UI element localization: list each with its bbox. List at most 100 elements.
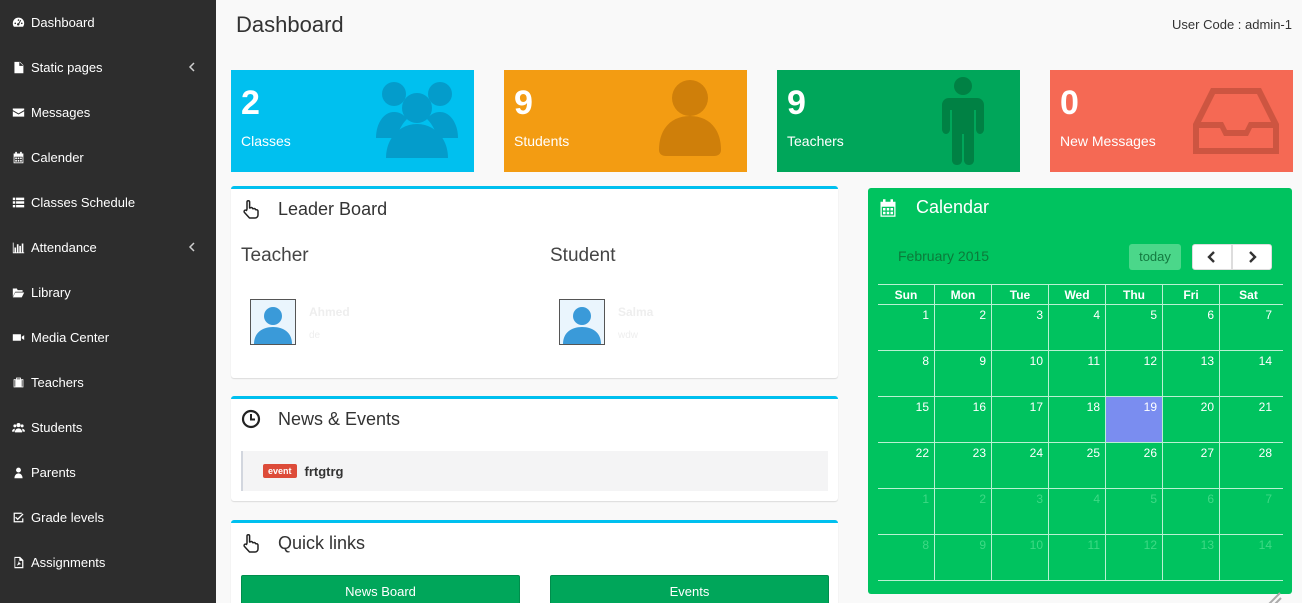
calendar-day[interactable]: 9 [935, 351, 992, 396]
file-icon [11, 61, 25, 75]
bar-chart-icon [11, 241, 25, 255]
weekday-label: Mon [935, 285, 992, 304]
calendar-day[interactable]: 20 [1163, 397, 1220, 442]
calendar-title: Calendar [916, 197, 990, 217]
sidebar-item-dashboard[interactable]: Dashboard [0, 0, 216, 45]
sidebar-item-grade-levels[interactable]: Grade levels [0, 495, 216, 540]
sidebar-item-label: Assignments [31, 555, 106, 570]
sidebar-item-label: Library [31, 285, 71, 300]
calendar-day[interactable]: 1 [878, 489, 935, 534]
today-button[interactable]: today [1129, 244, 1181, 270]
calendar-day[interactable]: 2 [935, 305, 992, 350]
chevron-left-icon [188, 60, 198, 72]
panel-title: Quick links [278, 532, 366, 553]
events-button[interactable]: Events [550, 575, 829, 603]
calendar-day[interactable]: 1 [878, 305, 935, 350]
calendar-day[interactable]: 23 [935, 443, 992, 488]
calendar-day[interactable]: 27 [1163, 443, 1220, 488]
calendar-day[interactable]: 18 [1049, 397, 1106, 442]
clock-icon [241, 409, 261, 429]
sidebar-item-label: Dashboard [31, 15, 95, 30]
leader-teacher[interactable]: Ahmed de [250, 299, 350, 345]
calendar-day[interactable]: 15 [878, 397, 935, 442]
calendar-day[interactable]: 2 [935, 489, 992, 534]
sidebar-item-label: Grade levels [31, 510, 104, 525]
next-month-button[interactable] [1232, 244, 1272, 270]
sidebar-item-assignments[interactable]: Assignments [0, 540, 216, 585]
calendar-day[interactable]: 28 [1220, 443, 1277, 488]
calendar-day[interactable]: 24 [992, 443, 1049, 488]
quick-links-panel: Quick links News Board Events [231, 520, 838, 603]
calendar-day[interactable]: 4 [1049, 305, 1106, 350]
users-icon [11, 421, 25, 435]
user-code: User Code : admin-1 [1172, 17, 1292, 32]
event-badge: event [263, 464, 297, 478]
stat-box-new-messages[interactable]: 0 New Messages [1050, 70, 1293, 172]
stat-box-teachers[interactable]: 9 Teachers [777, 70, 1020, 172]
calendar-day[interactable]: 21 [1220, 397, 1277, 442]
user-icon [11, 466, 25, 480]
panel-header: News & Events [231, 399, 838, 439]
sidebar-item-teachers[interactable]: Teachers [0, 360, 216, 405]
video-camera-icon [11, 331, 25, 345]
calendar-header: Calendar [878, 197, 989, 218]
calendar-day[interactable]: 5 [1106, 489, 1163, 534]
calendar-day[interactable]: 14 [1220, 535, 1277, 580]
users-icon [372, 76, 462, 166]
sidebar-item-parents[interactable]: Parents [0, 450, 216, 495]
calendar-day[interactable]: 17 [992, 397, 1049, 442]
sidebar-item-static-pages[interactable]: Static pages [0, 45, 216, 90]
calendar-day[interactable]: 13 [1163, 351, 1220, 396]
hand-pointer-icon [241, 533, 261, 553]
sidebar-item-classes-schedule[interactable]: Classes Schedule [0, 180, 216, 225]
calendar-day[interactable]: 7 [1220, 305, 1277, 350]
sidebar-item-label: Static pages [31, 60, 103, 75]
sidebar-item-media-center[interactable]: Media Center [0, 315, 216, 360]
news-board-button[interactable]: News Board [241, 575, 520, 603]
calendar-day[interactable]: 8 [878, 351, 935, 396]
calendar-day[interactable]: 25 [1049, 443, 1106, 488]
calendar-day[interactable]: 4 [1049, 489, 1106, 534]
calendar-day[interactable]: 5 [1106, 305, 1163, 350]
calendar-day[interactable]: 26 [1106, 443, 1163, 488]
sidebar-item-more[interactable] [0, 585, 216, 603]
prev-month-button[interactable] [1192, 244, 1232, 270]
calendar-day[interactable]: 16 [935, 397, 992, 442]
calendar-day[interactable]: 12 [1106, 351, 1163, 396]
calendar-day[interactable]: 6 [1163, 489, 1220, 534]
sidebar-item-label: Students [31, 420, 83, 435]
chevron-left-icon [188, 240, 198, 252]
calendar-day-today[interactable]: 19 [1106, 397, 1163, 442]
calendar-day[interactable]: 10 [992, 351, 1049, 396]
calendar-week: 8 9 10 11 12 13 14 [878, 351, 1283, 397]
news-item[interactable]: event frtgtrg [241, 451, 828, 491]
sidebar-item-students[interactable]: Students [0, 405, 216, 450]
sidebar-item-library[interactable]: Library [0, 270, 216, 315]
calendar-day[interactable]: 12 [1106, 535, 1163, 580]
check-square-icon [11, 511, 25, 525]
calendar-day[interactable]: 22 [878, 443, 935, 488]
news-item-title: frtgtrg [304, 463, 344, 479]
calendar-week: 1234567 [878, 489, 1283, 535]
calendar-grid: Sun Mon Tue Wed Thu Fri Sat 1 2 3 4 5 6 7 8 9 10 11 12 13 1… [878, 284, 1283, 581]
panel-header: Leader Board [231, 189, 838, 229]
calendar-day[interactable]: 14 [1220, 351, 1277, 396]
calendar-day[interactable]: 6 [1163, 305, 1220, 350]
calendar-day[interactable]: 3 [992, 489, 1049, 534]
calendar-day[interactable]: 8 [878, 535, 935, 580]
leader-student[interactable]: Salma wdw [559, 299, 653, 345]
calendar-day[interactable]: 11 [1049, 351, 1106, 396]
calendar-day[interactable]: 10 [992, 535, 1049, 580]
calendar-day[interactable]: 3 [992, 305, 1049, 350]
calendar-day[interactable]: 11 [1049, 535, 1106, 580]
sidebar-item-attendance[interactable]: Attendance [0, 225, 216, 270]
stat-box-students[interactable]: 9 Students [504, 70, 747, 172]
sidebar-item-label: Media Center [31, 330, 110, 345]
avatar [559, 299, 605, 345]
stat-box-classes[interactable]: 2 Classes [231, 70, 474, 172]
calendar-day[interactable]: 9 [935, 535, 992, 580]
sidebar-item-calender[interactable]: Calender [0, 135, 216, 180]
calendar-day[interactable]: 7 [1220, 489, 1277, 534]
sidebar-item-messages[interactable]: Messages [0, 90, 216, 135]
calendar-day[interactable]: 13 [1163, 535, 1220, 580]
